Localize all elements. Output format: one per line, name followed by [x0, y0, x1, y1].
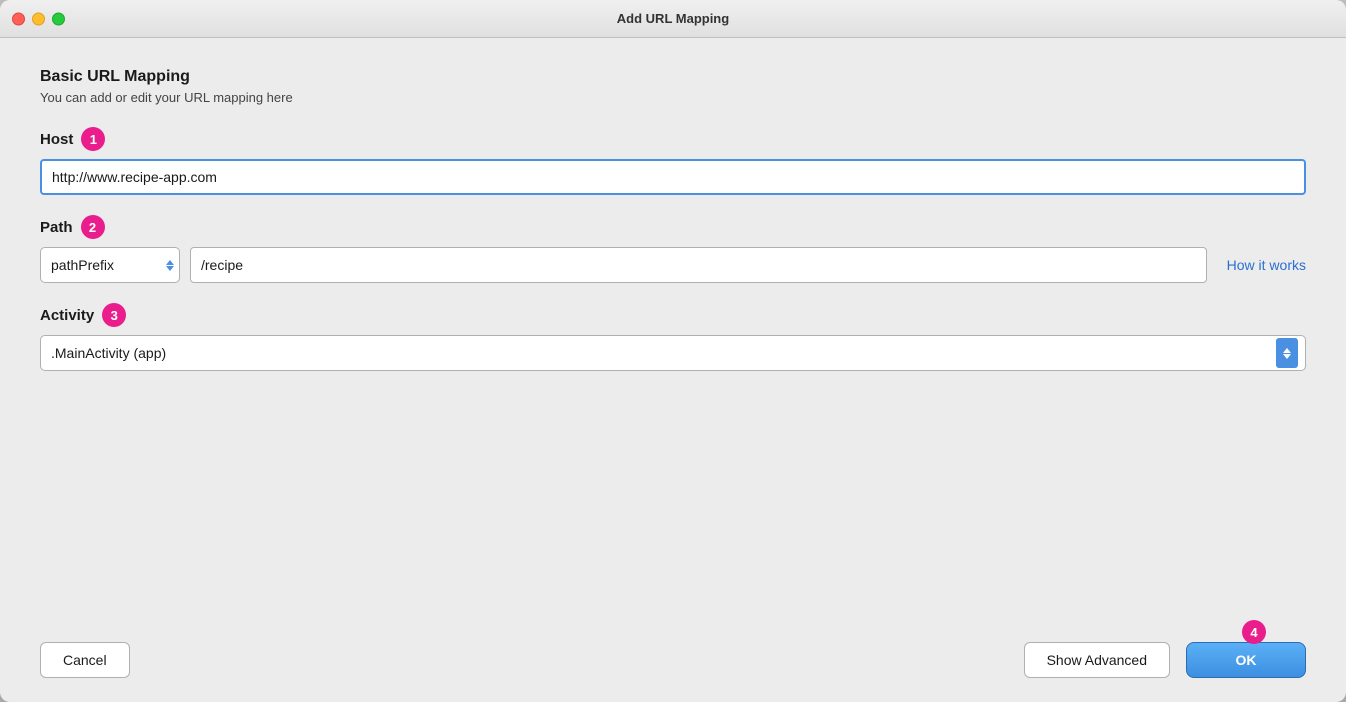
footer-right: Show Advanced 4 OK: [1024, 642, 1306, 678]
activity-select-wrapper: .MainActivity (app): [40, 335, 1306, 371]
ok-badge: 4: [1242, 620, 1266, 644]
dialog-footer: Cancel Show Advanced 4 OK: [0, 626, 1346, 702]
show-advanced-button[interactable]: Show Advanced: [1024, 642, 1170, 678]
activity-field-group: Activity 3 .MainActivity (app): [40, 303, 1306, 371]
host-label-row: Host 1: [40, 127, 1306, 151]
host-label: Host: [40, 131, 73, 148]
minimize-button[interactable]: [32, 12, 45, 25]
path-type-select[interactable]: pathPrefix pathPattern path: [40, 247, 180, 283]
activity-select[interactable]: .MainActivity (app): [40, 335, 1306, 371]
path-badge: 2: [81, 215, 105, 239]
section-title: Basic URL Mapping: [40, 68, 1306, 86]
host-field-group: Host 1: [40, 127, 1306, 195]
path-row: pathPrefix pathPattern path How it works: [40, 247, 1306, 283]
activity-label-row: Activity 3: [40, 303, 1306, 327]
how-it-works-link[interactable]: How it works: [1227, 257, 1306, 273]
path-value-input[interactable]: [190, 247, 1207, 283]
dialog-window: Add URL Mapping Basic URL Mapping You ca…: [0, 0, 1346, 702]
host-badge: 1: [81, 127, 105, 151]
path-field-group: Path 2 pathPrefix pathPattern path Ho: [40, 215, 1306, 283]
activity-badge: 3: [102, 303, 126, 327]
titlebar: Add URL Mapping: [0, 0, 1346, 38]
ok-button-wrapper: 4 OK: [1186, 642, 1306, 678]
main-content: Basic URL Mapping You can add or edit yo…: [0, 38, 1346, 626]
path-type-select-wrapper: pathPrefix pathPattern path: [40, 247, 180, 283]
path-label: Path: [40, 219, 73, 236]
close-button[interactable]: [12, 12, 25, 25]
maximize-button[interactable]: [52, 12, 65, 25]
section-subtitle: You can add or edit your URL mapping her…: [40, 90, 1306, 105]
host-input[interactable]: [40, 159, 1306, 195]
path-label-row: Path 2: [40, 215, 1306, 239]
traffic-lights: [12, 12, 65, 25]
ok-button[interactable]: OK: [1186, 642, 1306, 678]
window-title: Add URL Mapping: [617, 11, 729, 26]
activity-label: Activity: [40, 307, 94, 324]
cancel-button[interactable]: Cancel: [40, 642, 130, 678]
